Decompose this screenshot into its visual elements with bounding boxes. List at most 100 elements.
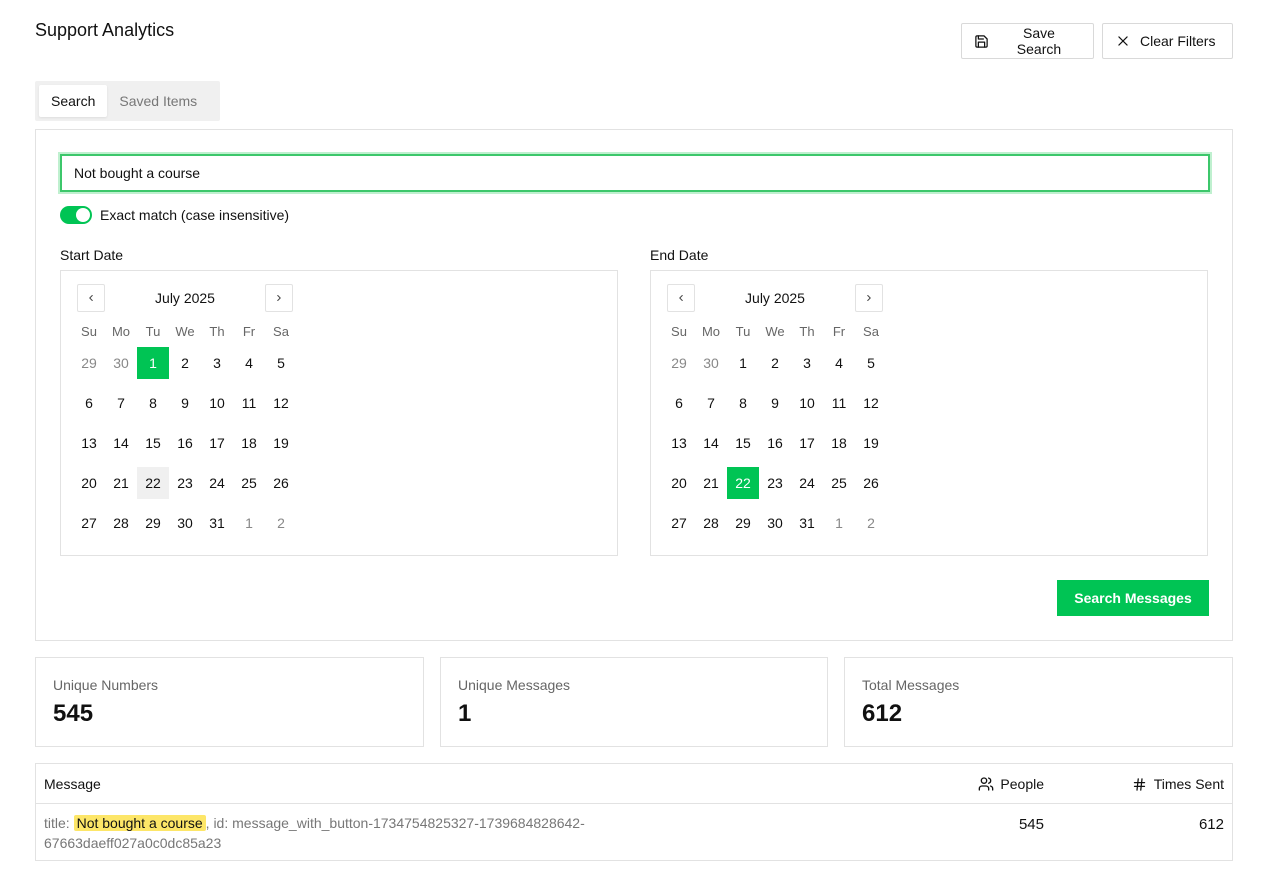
calendar-day[interactable]: 14 — [105, 427, 137, 459]
calendar-day[interactable]: 10 — [791, 387, 823, 419]
prev-month-button[interactable] — [667, 284, 695, 312]
calendar-day[interactable]: 24 — [201, 467, 233, 499]
next-month-button[interactable] — [265, 284, 293, 312]
column-header-people[interactable]: People — [978, 764, 1044, 804]
calendar-day[interactable]: 12 — [855, 387, 887, 419]
calendar-day[interactable]: 16 — [169, 427, 201, 459]
calendar-day[interactable]: 30 — [759, 507, 791, 539]
calendar-day[interactable]: 19 — [265, 427, 297, 459]
calendar-day[interactable]: 5 — [855, 347, 887, 379]
calendar-day[interactable]: 24 — [791, 467, 823, 499]
calendar-day[interactable]: 3 — [791, 347, 823, 379]
calendar-day[interactable]: 2 — [855, 507, 887, 539]
calendar-day[interactable]: 29 — [73, 347, 105, 379]
stat-value: 1 — [458, 700, 472, 727]
calendar-day[interactable]: 3 — [201, 347, 233, 379]
calendar-day[interactable]: 23 — [169, 467, 201, 499]
calendar-day[interactable]: 10 — [201, 387, 233, 419]
calendar-day[interactable]: 11 — [823, 387, 855, 419]
search-messages-button[interactable]: Search Messages — [1057, 580, 1209, 616]
calendar-day[interactable]: 30 — [695, 347, 727, 379]
column-header-message[interactable]: Message — [44, 764, 101, 804]
tab-saved-items[interactable]: Saved Items — [107, 85, 209, 117]
save-search-button[interactable]: Save Search — [961, 23, 1094, 59]
tab-search[interactable]: Search — [39, 85, 108, 117]
calendar-day[interactable]: 25 — [823, 467, 855, 499]
calendar-day[interactable]: 15 — [727, 427, 759, 459]
message-cell: title: Not bought a course, id: message_… — [44, 813, 644, 853]
calendar-day[interactable]: 8 — [727, 387, 759, 419]
calendar-day[interactable]: 2 — [169, 347, 201, 379]
calendar-day[interactable]: 7 — [695, 387, 727, 419]
calendar-day[interactable]: 29 — [727, 507, 759, 539]
weekday-label: We — [175, 324, 195, 339]
calendar-day[interactable]: 22 — [727, 467, 759, 499]
calendar-day[interactable]: 14 — [695, 427, 727, 459]
calendar-day[interactable]: 1 — [823, 507, 855, 539]
calendar-grid: Su Mo Tu We Th Fr Sa 29 30 1 2 3 4 5 6 7 8 9 10 11 12 13 14 15 1… — [73, 321, 297, 547]
column-header-times-sent[interactable]: Times Sent — [1132, 764, 1224, 804]
calendar-day[interactable]: 15 — [137, 427, 169, 459]
calendar-day[interactable]: 29 — [137, 507, 169, 539]
calendar-day[interactable]: 4 — [233, 347, 265, 379]
calendar-day[interactable]: 21 — [695, 467, 727, 499]
calendar-day[interactable]: 28 — [105, 507, 137, 539]
calendar-day[interactable]: 5 — [265, 347, 297, 379]
calendar-day[interactable]: 17 — [201, 427, 233, 459]
calendar-day[interactable]: 2 — [265, 507, 297, 539]
exact-match-toggle[interactable] — [60, 206, 92, 224]
calendar-day[interactable]: 16 — [759, 427, 791, 459]
calendar-day[interactable]: 28 — [695, 507, 727, 539]
calendar-day[interactable]: 25 — [233, 467, 265, 499]
next-month-button[interactable] — [855, 284, 883, 312]
calendar-day[interactable]: 27 — [73, 507, 105, 539]
stat-card-total-messages: Total Messages 612 — [844, 657, 1233, 747]
calendar-day[interactable]: 9 — [169, 387, 201, 419]
calendar-day[interactable]: 30 — [105, 347, 137, 379]
calendar-day[interactable]: 7 — [105, 387, 137, 419]
chevron-right-icon — [867, 294, 871, 302]
calendar-day[interactable]: 4 — [823, 347, 855, 379]
calendar-day[interactable]: 27 — [663, 507, 695, 539]
calendar-day[interactable]: 18 — [823, 427, 855, 459]
calendar-day[interactable]: 6 — [663, 387, 695, 419]
search-highlight: Not bought a course — [73, 815, 206, 831]
calendar-day[interactable]: 11 — [233, 387, 265, 419]
calendar-day[interactable]: 19 — [855, 427, 887, 459]
calendar-day[interactable]: 1 — [137, 347, 169, 379]
calendar-day[interactable]: 26 — [265, 467, 297, 499]
save-icon — [974, 33, 990, 49]
calendar-day[interactable]: 13 — [663, 427, 695, 459]
weekday-label: Fr — [242, 324, 256, 339]
calendar-day[interactable]: 13 — [73, 427, 105, 459]
table-header: Message People Times Sent — [36, 764, 1232, 804]
calendar-week-row: 20 21 22 23 24 25 26 — [73, 467, 297, 507]
calendar-day[interactable]: 31 — [791, 507, 823, 539]
table-row[interactable]: title: Not bought a course, id: message_… — [36, 805, 1232, 861]
clear-filters-button[interactable]: Clear Filters — [1102, 23, 1233, 59]
calendar-day[interactable]: 29 — [663, 347, 695, 379]
prev-month-button[interactable] — [77, 284, 105, 312]
chevron-left-icon — [679, 294, 683, 302]
calendar-day[interactable]: 20 — [73, 467, 105, 499]
calendar-day[interactable]: 6 — [73, 387, 105, 419]
calendar-day[interactable]: 9 — [759, 387, 791, 419]
calendar-day[interactable]: 18 — [233, 427, 265, 459]
calendar-day[interactable]: 1 — [727, 347, 759, 379]
calendar-day[interactable]: 2 — [759, 347, 791, 379]
stat-label: Unique Numbers — [53, 677, 159, 693]
calendar-week-row: 27 28 29 30 31 1 2 — [73, 507, 297, 547]
calendar-day[interactable]: 20 — [663, 467, 695, 499]
calendar-day[interactable]: 8 — [137, 387, 169, 419]
calendar-day[interactable]: 17 — [791, 427, 823, 459]
calendar-day[interactable]: 22 — [137, 467, 169, 499]
calendar-day[interactable]: 23 — [759, 467, 791, 499]
chevron-right-icon — [277, 294, 281, 302]
calendar-day[interactable]: 31 — [201, 507, 233, 539]
calendar-day[interactable]: 1 — [233, 507, 265, 539]
search-input[interactable] — [60, 154, 1210, 192]
calendar-day[interactable]: 26 — [855, 467, 887, 499]
calendar-day[interactable]: 21 — [105, 467, 137, 499]
calendar-day[interactable]: 30 — [169, 507, 201, 539]
calendar-day[interactable]: 12 — [265, 387, 297, 419]
